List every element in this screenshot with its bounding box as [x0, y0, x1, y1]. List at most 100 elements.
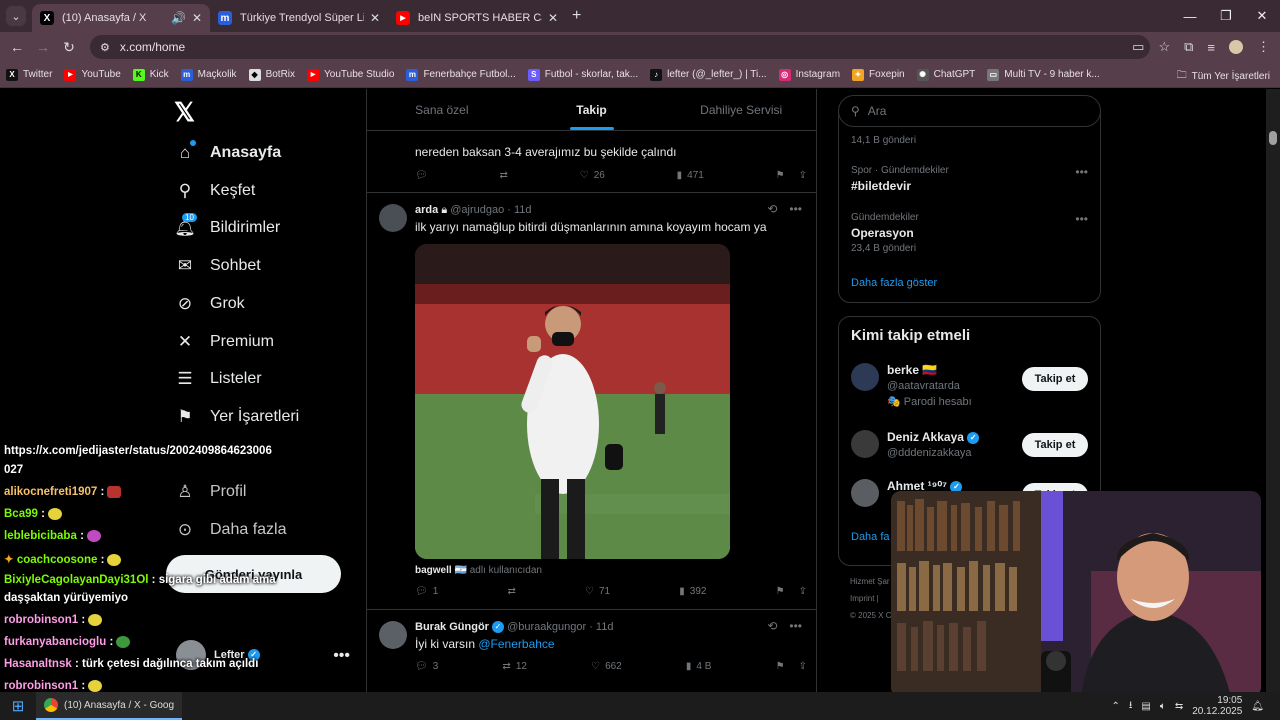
nav-notifications[interactable]: 🔔︎ 10 Bildirimler — [174, 211, 280, 245]
nav-explore[interactable]: ⚲ Keşfet — [174, 174, 256, 208]
tweet-more-icon[interactable]: ⟲ ••• — [767, 202, 802, 216]
trend-item[interactable]: 14,1 B gönderi — [851, 135, 916, 146]
tab-following[interactable]: Takip — [517, 89, 667, 130]
download-icon[interactable]: ⭳ — [1129, 698, 1133, 715]
browser-tab-mackolik[interactable]: m Türkiye Trendyol Süper Lig 2025 ✕ — [210, 4, 388, 32]
media-credit[interactable]: bagwell 🇦🇷 adlı kullanıcıdan — [415, 565, 542, 576]
footer-link[interactable]: Hizmet Şar — [850, 573, 891, 590]
browser-tab-bein[interactable]: ▶ beIN SPORTS HABER Canlı Yayın ✕ — [388, 4, 566, 32]
like-button[interactable]: ♡ 71 — [585, 586, 610, 597]
author-name[interactable]: arda — [415, 204, 438, 216]
bookmark-foxepin[interactable]: ✦ Foxepin — [852, 68, 905, 81]
nav-home[interactable]: ⌂ Anasayfa — [174, 136, 281, 170]
retweet-button[interactable]: ⇄ 12 — [502, 661, 527, 672]
nav-lists[interactable]: ☰ Listeler — [174, 362, 261, 396]
all-bookmarks[interactable]: 🗀 Tüm Yer İşaretleri — [1177, 68, 1270, 85]
close-tab-icon[interactable]: ✕ — [192, 11, 202, 25]
close-tab-icon[interactable]: ✕ — [548, 11, 558, 25]
x-logo-icon[interactable]: 𝕏 — [174, 97, 195, 128]
taskbar-chrome-app[interactable]: (10) Anasayfa / X - Goog — [36, 692, 183, 720]
follow-button[interactable]: Takip et — [1022, 433, 1088, 457]
media-control-icon[interactable]: ≡ — [1207, 40, 1215, 55]
bookmark-mackolik[interactable]: m Maçkolik — [180, 68, 237, 81]
bookmark-youtube-studio[interactable]: ▶ YouTube Studio — [307, 68, 394, 81]
tweet-time[interactable]: · 11d — [589, 621, 613, 633]
trend-more-icon[interactable]: ••• — [1075, 165, 1088, 179]
bookmark-fenerbahce[interactable]: m Fenerbahçe Futbol... — [406, 68, 516, 81]
bookmark-icon[interactable]: ⚑ — [776, 170, 785, 181]
windows-start-icon[interactable]: ⊞ — [0, 697, 36, 715]
cast-icon[interactable]: ▭ — [1132, 39, 1144, 55]
notification-bell-icon[interactable]: 🔔︎ — [1251, 701, 1264, 712]
new-tab-button[interactable]: + — [572, 7, 581, 25]
bookmark-multitv[interactable]: ▭ Multi TV - 9 haber k... — [987, 68, 1100, 81]
author-name[interactable]: Burak Güngör — [415, 621, 489, 633]
clock[interactable]: 19:05 20.12.2025 — [1192, 695, 1242, 717]
share-icon[interactable]: ⇪ — [799, 170, 807, 181]
tab-list[interactable]: Dahiliye Servisi — [666, 89, 816, 130]
trend-item[interactable]: Spor · Gündemdekiler #biletdevir — [851, 165, 949, 196]
show-more-link[interactable]: Daha fazla göster — [851, 277, 937, 289]
tweet[interactable]: arda 🔒︎ @ajrudgao · 11d ⟲ ••• ilk yarıyı … — [367, 194, 816, 610]
nav-premium[interactable]: ✕ Premium — [174, 325, 274, 359]
close-window-icon[interactable]: ✕ — [1244, 0, 1280, 32]
grok-icon[interactable]: ⟲ — [767, 619, 777, 633]
author-handle[interactable]: @buraakgungor — [507, 621, 586, 633]
tweet[interactable]: Burak Güngör ✓ @buraakgungor · 11d ⟲ ••• … — [367, 611, 816, 692]
nav-bookmarks[interactable]: ⚑ Yer İşaretleri — [174, 400, 299, 434]
nav-chat[interactable]: ✉ Sohbet — [174, 249, 261, 283]
minimize-icon[interactable]: — — [1172, 0, 1208, 32]
trend-more-icon[interactable]: ••• — [1075, 212, 1088, 226]
follow-button[interactable]: Takip et — [1022, 367, 1088, 391]
views-button[interactable]: ▮ 392 — [679, 586, 706, 597]
reply-button[interactable]: 💬︎ 1 — [415, 586, 438, 597]
footer-link[interactable]: Imprint | — [850, 590, 891, 607]
volume-icon[interactable]: 🔈︎ — [1160, 701, 1166, 712]
grok-icon[interactable]: ⟲ — [767, 202, 777, 216]
follow-suggestion[interactable]: berke 🇨🇴 @aatavratarda 🎭 Parodi hesabı — [851, 363, 972, 408]
tweet[interactable]: nereden baksan 3-4 averajımız bu şekilde… — [367, 132, 816, 193]
author-handle[interactable]: @ajrudgao — [450, 204, 504, 216]
bookmark-kick[interactable]: K Kick — [132, 68, 169, 81]
show-more-link[interactable]: Daha fa — [851, 531, 890, 543]
share-icon[interactable]: ⇪ — [799, 586, 807, 597]
url-field[interactable]: ⚙ x.com/home — [90, 35, 1150, 59]
views-button[interactable]: ▮ 471 — [677, 170, 704, 181]
bookmark-twitter[interactable]: X Twitter — [6, 68, 52, 81]
reload-icon[interactable]: ↻ — [56, 39, 82, 56]
retweet-button[interactable]: ⇄ — [507, 586, 515, 597]
credit-user[interactable]: bagwell — [415, 565, 452, 576]
network-icon[interactable]: ▤ — [1141, 701, 1150, 712]
site-info-icon[interactable]: ⚙ — [100, 41, 110, 54]
avatar[interactable] — [379, 621, 407, 649]
close-tab-icon[interactable]: ✕ — [370, 11, 380, 25]
star-icon[interactable]: ☆ — [1158, 39, 1170, 55]
bookmark-icon[interactable]: ⚑ — [776, 586, 785, 597]
extensions-icon[interactable]: ⧉ — [1184, 39, 1193, 55]
follow-suggestion[interactable]: Deniz Akkaya ✓ @dddenizakkaya — [851, 430, 980, 459]
tab-for-you[interactable]: Sana özel — [367, 89, 517, 130]
share-icon[interactable]: ⇪ — [799, 661, 807, 672]
browser-menu-icon[interactable]: ⋮ — [1257, 39, 1270, 55]
tweet-time[interactable]: · 11d — [507, 204, 531, 216]
views-button[interactable]: ▮ 4 B — [686, 661, 712, 672]
trend-item[interactable]: Gündemdekiler Operasyon 23,4 B gönderi — [851, 212, 919, 254]
restore-icon[interactable]: ❐ — [1208, 0, 1244, 32]
more-dots-icon[interactable]: ••• — [333, 647, 350, 665]
profile-avatar[interactable] — [1229, 40, 1243, 54]
page-scrollbar[interactable] — [1266, 89, 1280, 692]
tab-search-icon[interactable]: ⌄ — [6, 6, 26, 26]
bookmark-futbol[interactable]: S Futbol - skorlar, tak... — [527, 68, 638, 81]
like-button[interactable]: ♡ 662 — [591, 661, 622, 672]
reply-button[interactable]: 💬︎ 3 — [415, 661, 438, 672]
reply-button[interactable]: 💬︎ — [415, 170, 428, 181]
search-input[interactable]: ⚲ Ara — [838, 95, 1101, 127]
bookmark-youtube[interactable]: ▶ YouTube — [64, 68, 121, 81]
speaker-icon[interactable]: 🔊 — [171, 11, 186, 25]
avatar[interactable] — [379, 204, 407, 232]
bookmark-instagram[interactable]: ◎ Instagram — [778, 68, 840, 81]
mention-link[interactable]: @Fenerbahce — [478, 637, 554, 651]
nav-grok[interactable]: ⊘ Grok — [174, 287, 245, 321]
tweet-more-icon[interactable]: ⟲ ••• — [767, 619, 802, 633]
retweet-button[interactable]: ⇄ — [500, 170, 508, 181]
